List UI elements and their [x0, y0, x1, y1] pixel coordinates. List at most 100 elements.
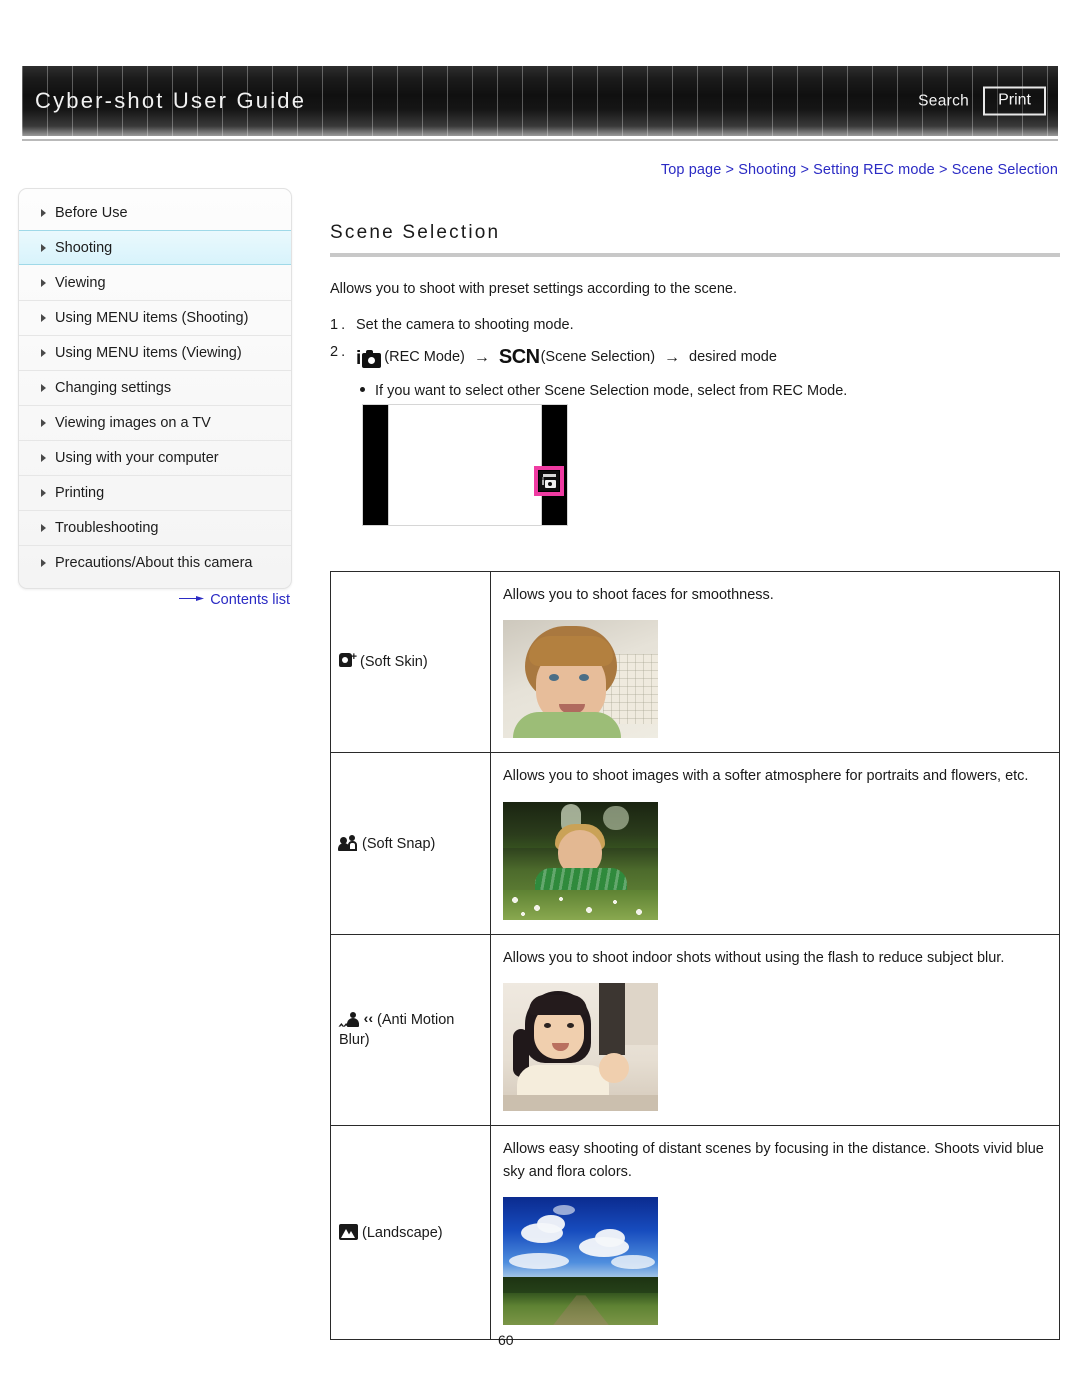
mode-cell: (Soft Snap): [330, 752, 491, 935]
description-cell: Allows you to shoot images with a softer…: [490, 752, 1060, 935]
sidebar-item-label: Using MENU items (Viewing): [55, 345, 242, 361]
chevron-right-icon: [41, 208, 46, 217]
title-divider: [330, 253, 1060, 257]
landscape-icon: [339, 1223, 358, 1240]
scene-selection-label: (Scene Selection): [540, 348, 656, 365]
rec-mode-highlight-badge[interactable]: i: [534, 466, 564, 496]
sidebar-item-using-menu-items-shooting[interactable]: Using MENU items (Shooting): [19, 300, 291, 335]
breadcrumb-item-shooting[interactable]: Shooting: [738, 162, 796, 178]
description-text: Allows easy shooting of distant scenes b…: [503, 1141, 1044, 1180]
breadcrumb-separator: >: [938, 162, 948, 178]
screen-left-band: [363, 405, 388, 525]
table-row: (Soft Snap) Allows you to shoot images w…: [330, 752, 1060, 935]
chevron-right-icon: [41, 524, 46, 532]
screen-right-band: [542, 405, 567, 525]
site-title: Cyber-shot User Guide: [35, 88, 307, 113]
sidebar-item-label: Printing: [55, 485, 105, 501]
step-2-note-text: If you want to select other Scene Select…: [375, 383, 848, 400]
chevron-right-icon: [41, 314, 46, 322]
chevron-right-icon: [41, 559, 46, 567]
screen-display-area: [388, 405, 542, 525]
breadcrumb-item-scene-selection[interactable]: Scene Selection: [952, 162, 1058, 178]
mode-label: (Landscape): [362, 1224, 443, 1241]
step-2-note: If you want to select other Scene Select…: [360, 379, 1060, 404]
search-button[interactable]: Search: [918, 92, 969, 110]
badge-top-bar: [542, 474, 556, 477]
breadcrumb-separator: >: [800, 162, 810, 178]
mode-label: (Soft Snap): [362, 835, 436, 852]
chevron-right-icon: [41, 489, 46, 497]
description-text: Allows you to shoot faces for smoothness…: [503, 587, 774, 603]
rec-mode-icon: i: [542, 478, 557, 488]
table-row: ‸‸ ‹‹ (Anti Motion Blur) Allows you to sh…: [330, 933, 1060, 1127]
site-header: Cyber-shot User Guide Search Print: [22, 66, 1058, 136]
steps-list: 1. Set the camera to shooting mode. 2. i…: [330, 313, 1060, 405]
soft-skin-icon: +: [339, 652, 357, 669]
chevron-right-icon: [41, 243, 46, 252]
contents-list-link[interactable]: Contents list: [18, 592, 292, 608]
description-text: Allows you to shoot images with a softer…: [503, 768, 1029, 785]
print-button[interactable]: Print: [983, 86, 1046, 116]
chevron-right-icon: [41, 278, 46, 287]
sidebar-item-viewing-images-on-a-tv[interactable]: Viewing images on a TV: [19, 405, 291, 440]
table-row: (Landscape) Allows easy shooting of dist…: [330, 1125, 1060, 1341]
sidebar-navigation: Before Use Shooting Viewing Using MENU i…: [18, 188, 292, 589]
camera-screen-illustration: i: [362, 404, 568, 526]
sidebar-item-label: Troubleshooting: [55, 520, 159, 536]
chevron-right-icon: [41, 384, 46, 392]
rec-mode-icon: i: [356, 349, 382, 369]
breadcrumb-item-top-page[interactable]: Top page: [661, 162, 721, 178]
mode-cell: ‸‸ ‹‹ (Anti Motion Blur): [330, 933, 491, 1127]
mode-cell: + (Soft Skin): [330, 570, 491, 754]
sidebar-item-shooting[interactable]: Shooting: [19, 230, 291, 265]
step-1: 1. Set the camera to shooting mode.: [330, 313, 1060, 338]
intro-text: Allows you to shoot with preset settings…: [330, 281, 738, 297]
sidebar-item-label: Before Use: [55, 204, 128, 221]
description-cell: Allows easy shooting of distant scenes b…: [490, 1125, 1060, 1341]
sidebar-item-printing[interactable]: Printing: [19, 475, 291, 510]
sidebar-item-using-menu-items-viewing[interactable]: Using MENU items (Viewing): [19, 335, 291, 370]
sidebar-item-label: Changing settings: [55, 380, 172, 396]
arrow-right-icon: →: [473, 348, 490, 366]
breadcrumb-item-setting-rec-mode[interactable]: Setting REC mode: [813, 162, 935, 178]
sidebar-item-changing-settings[interactable]: Changing settings: [19, 370, 291, 405]
bullet-icon: [360, 387, 365, 393]
sidebar-item-label: Precautions/About this camera: [55, 555, 253, 571]
sidebar-item-precautions-about-this-camera[interactable]: Precautions/About this camera: [19, 545, 291, 580]
step-number: 1.: [330, 316, 349, 333]
scn-icon: SCN: [498, 346, 540, 369]
header-bar: Cyber-shot User Guide Search Print: [22, 66, 1058, 136]
table-row: + (Soft Skin) Allows you to shoot faces …: [330, 570, 1060, 754]
mode-label: (Soft Skin): [360, 654, 428, 671]
sidebar-item-label: Viewing: [55, 274, 106, 291]
sidebar-item-using-with-your-computer[interactable]: Using with your computer: [19, 440, 291, 475]
landscape-field-photo: [503, 1197, 658, 1326]
sidebar-item-before-use[interactable]: Before Use: [19, 195, 291, 230]
boy-portrait-photo: [503, 620, 658, 739]
description-text: Allows you to shoot indoor shots without…: [503, 949, 1005, 966]
desired-mode-label: desired mode: [689, 348, 777, 365]
step-number: 2.: [330, 344, 349, 361]
page-title: Scene Selection: [330, 222, 501, 243]
sidebar-item-troubleshooting[interactable]: Troubleshooting: [19, 510, 291, 545]
breadcrumb-separator: >: [725, 162, 735, 178]
soft-snap-icon: [338, 834, 358, 851]
girl-indoor-photo: [503, 983, 658, 1112]
header-divider: [22, 139, 1058, 141]
header-actions: Search Print: [918, 86, 1046, 116]
sidebar-item-label: Shooting: [55, 239, 113, 256]
sidebar-item-label: Using with your computer: [55, 450, 219, 466]
sidebar-item-viewing[interactable]: Viewing: [19, 265, 291, 300]
description-cell: Allows you to shoot indoor shots without…: [490, 933, 1060, 1127]
breadcrumb: Top page > Shooting > Setting REC mode >…: [661, 162, 1058, 178]
main-content: Scene Selection Allows you to shoot with…: [330, 222, 1060, 405]
boy-in-grass-photo: [503, 801, 658, 920]
chevron-right-icon: [41, 454, 46, 462]
chevron-right-icon: [41, 419, 46, 427]
sidebar-item-label: Viewing images on a TV: [55, 415, 211, 431]
mode-cell: (Landscape): [330, 1125, 491, 1341]
step-2: 2. i (REC Mode) → SCN (Scene Selection) …: [330, 340, 1060, 375]
sidebar-item-label: Using MENU items (Shooting): [55, 310, 249, 326]
arrow-right-icon: →: [664, 348, 681, 366]
step-text: Set the camera to shooting mode.: [356, 316, 574, 333]
